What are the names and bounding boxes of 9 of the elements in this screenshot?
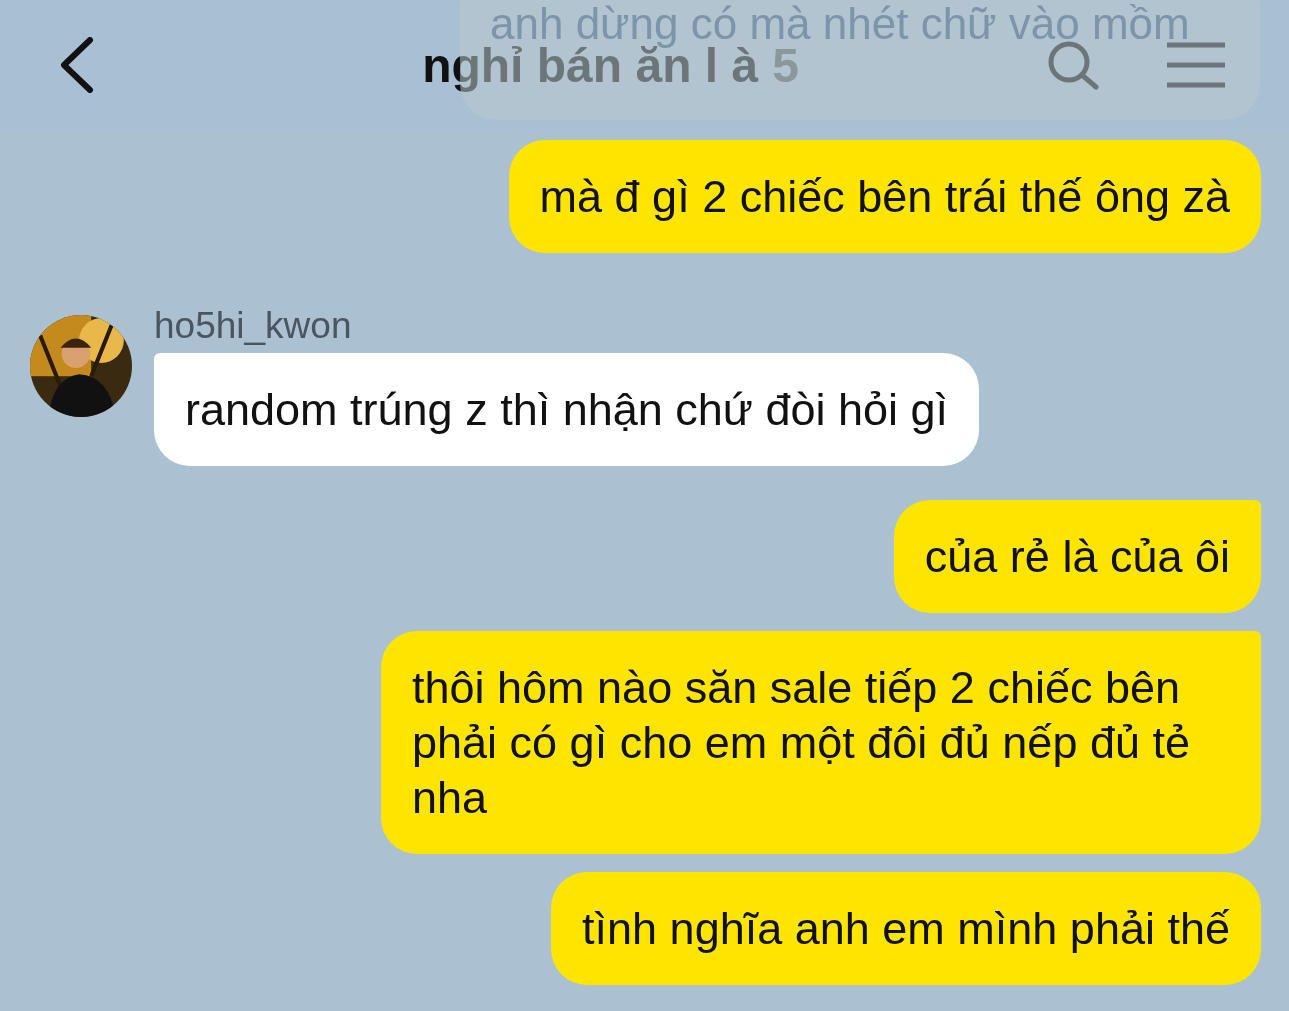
message-bubble: random trúng z thì nhận chứ đòi hỏi gì — [154, 353, 980, 466]
sender-name: ho5hi_kwon — [154, 305, 353, 347]
message-bubble: thôi hôm nào săn sale tiếp 2 chiếc bên phải có gì cho em một đôi đủ nếp đủ tẻ nha — [381, 631, 1261, 854]
message-bubble: của rẻ là của ôi — [893, 500, 1261, 613]
back-button[interactable] — [58, 37, 94, 93]
search-button[interactable] — [1047, 40, 1101, 90]
message-bubble: tình nghĩa anh em mình phải thế — [551, 872, 1261, 985]
menu-button[interactable] — [1165, 41, 1227, 89]
message-bubble: mà đ gì 2 chiếc bên trái thế ông zà — [508, 140, 1261, 253]
